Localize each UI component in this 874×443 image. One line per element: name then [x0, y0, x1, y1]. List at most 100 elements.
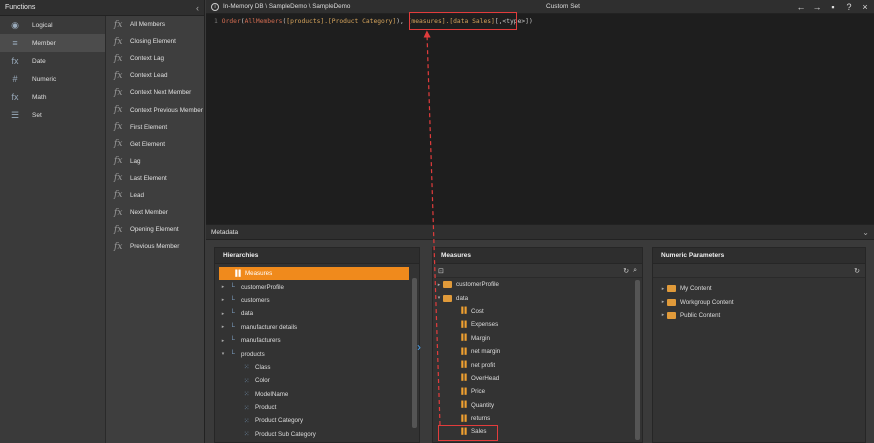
save-icon[interactable]: ▪ — [828, 1, 838, 13]
tree-label: Quantity — [471, 401, 495, 409]
function-icon: fx — [114, 207, 123, 218]
expand-arrow-icon[interactable]: ▸ — [219, 324, 227, 330]
function-item[interactable]: fx Lag — [106, 153, 204, 170]
measure-item[interactable]: ▐▐ net margin — [433, 345, 642, 358]
function-item[interactable]: fx Context Next Member — [106, 84, 204, 101]
function-icon: fx — [114, 19, 123, 30]
function-item[interactable]: fx First Element — [106, 119, 204, 136]
level-icon: ⁙ — [243, 364, 250, 372]
help-icon[interactable]: ? — [844, 1, 854, 13]
measure-item[interactable]: ▐▐ Expenses — [433, 318, 642, 331]
tree-label: Measures — [245, 270, 273, 278]
function-item[interactable]: fx Closing Element — [106, 33, 204, 50]
function-item[interactable]: fx Get Element — [106, 136, 204, 153]
hierarchy-item[interactable]: ⁙ ModelName — [215, 388, 419, 401]
measure-item[interactable]: ▐▐ Price — [433, 385, 642, 398]
expand-arrow-icon[interactable]: ▸ — [659, 299, 667, 305]
refresh-icon[interactable]: ↻ — [854, 267, 860, 275]
hierarchy-item[interactable]: ⁙ Product Category — [215, 414, 419, 427]
measure-item[interactable]: ▐▐ Quantity — [433, 399, 642, 412]
expand-arrow-icon[interactable]: ▸ — [219, 338, 227, 344]
category-member[interactable]: ≡ Member — [0, 34, 105, 52]
measure-item[interactable]: ▸ customerProfile — [433, 278, 642, 291]
expanded-arrow-icon[interactable]: ▾ — [435, 295, 443, 301]
parameter-folder-item[interactable]: ▸ Public Content — [653, 309, 865, 322]
hierarchy-item[interactable]: ⁙ Product — [215, 401, 419, 414]
measures-scrollbar[interactable] — [635, 280, 640, 440]
metadata-title: Metadata — [211, 228, 239, 236]
formula-editor[interactable]: i In-Memory DB \ SampleDemo \ SampleDemo… — [206, 0, 874, 224]
hierarchy-item[interactable]: ⁙ Color — [215, 374, 419, 387]
measure-item[interactable]: ▐▐ returns — [433, 412, 642, 425]
hierarchies-panel: Hierarchies ▐▐ Measures ▸ └ customerProfile ▸… — [214, 247, 420, 443]
parameter-folder-item[interactable]: ▸ My Content — [653, 282, 865, 295]
undo-arrow-icon[interactable]: ← — [796, 1, 806, 13]
expand-arrow-icon[interactable]: ▸ — [659, 312, 667, 318]
measure-item[interactable]: ▐▐ Margin — [433, 332, 642, 345]
function-item[interactable]: fx Context Lead — [106, 67, 204, 84]
add-folder-icon[interactable]: ⊡ — [438, 267, 444, 275]
chevron-left-icon[interactable]: ‹ — [196, 3, 199, 13]
hierarchy-item[interactable]: ▸ └ customerProfile — [215, 280, 419, 293]
hierarchy-item[interactable]: ⁙ Class — [215, 361, 419, 374]
function-icon: fx — [114, 36, 123, 47]
refresh-icon[interactable]: ↻ — [623, 267, 629, 275]
category-math[interactable]: fx Math — [0, 88, 105, 106]
function-item[interactable]: fx Context Lag — [106, 50, 204, 67]
level-icon: ⁙ — [243, 404, 250, 412]
folder-icon — [667, 298, 676, 306]
category-numeric[interactable]: # Numeric — [0, 70, 105, 88]
tree-label: Product — [255, 404, 277, 412]
tree-label: customerProfile — [456, 281, 499, 289]
function-item[interactable]: fx Context Previous Member — [106, 101, 204, 118]
category-logical[interactable]: ◉ Logical — [0, 16, 105, 34]
function-categories: ◉ Logical ≡ Member fx Date # Numeric fx Math ☰ Set — [0, 16, 106, 443]
expand-arrow-icon[interactable]: ▸ — [659, 286, 667, 292]
function-item[interactable]: fx Opening Element — [106, 221, 204, 238]
expand-arrow-icon[interactable]: ▸ — [219, 284, 227, 290]
redo-arrow-icon[interactable]: → — [812, 1, 822, 13]
measure-item[interactable]: ▐▐ Cost — [433, 305, 642, 318]
expand-arrow-icon[interactable]: ▸ — [219, 311, 227, 317]
hierarchy-item[interactable]: ▸ └ data — [215, 307, 419, 320]
function-item[interactable]: fx All Members — [106, 16, 204, 33]
folder-icon — [443, 294, 452, 302]
code-separator: , — [400, 18, 408, 25]
hierarchy-item[interactable]: ⁙ Product Sub Category — [215, 428, 419, 441]
function-item[interactable]: fx Next Member — [106, 204, 204, 221]
hierarchy-icon: └ — [230, 337, 235, 345]
chevron-down-icon[interactable]: ⌄ — [862, 228, 869, 237]
measure-item[interactable]: ▐▐ OverHead — [433, 372, 642, 385]
hierarchy-item[interactable]: ▐▐ Measures — [219, 267, 409, 281]
function-item[interactable]: fx Lead — [106, 187, 204, 204]
category-date[interactable]: fx Date — [0, 52, 105, 70]
measure-item[interactable]: ▾ data — [433, 291, 642, 304]
function-icon: fx — [114, 70, 123, 81]
measure-icon: ▐▐ — [459, 348, 467, 355]
function-list: fx All Members fx Closing Element fx Context … — [106, 16, 204, 443]
category-set[interactable]: ☰ Set — [0, 106, 105, 124]
hierarchy-icon: └ — [230, 283, 235, 291]
measure-item[interactable]: ▐▐ net profit — [433, 358, 642, 371]
hierarchy-item[interactable]: ▸ └ manufacturers — [215, 334, 419, 347]
hierarchy-item[interactable]: ▸ └ customers — [215, 294, 419, 307]
parameter-folder-item[interactable]: ▸ Workgroup Content — [653, 295, 865, 308]
app-window: Functions ‹ ◉ Logical ≡ Member fx Date # Numeri… — [0, 0, 874, 443]
hierarchy-item[interactable]: ▾ └ products — [215, 347, 419, 360]
tree-label: Class — [255, 363, 271, 371]
function-item[interactable]: fx Last Element — [106, 170, 204, 187]
hierarchy-item[interactable]: ▸ └ manufacturer details — [215, 321, 419, 334]
function-item[interactable]: fx Previous Member — [106, 238, 204, 255]
expanded-arrow-icon[interactable]: ▾ — [219, 351, 227, 357]
tree-label: customerProfile — [241, 283, 284, 291]
expand-arrow-icon[interactable]: ▸ — [435, 282, 443, 288]
chevron-right-icon[interactable]: › — [417, 340, 421, 354]
close-icon[interactable]: × — [860, 1, 870, 13]
functions-header: Functions ‹ — [0, 0, 204, 16]
expand-arrow-icon[interactable]: ▸ — [219, 297, 227, 303]
info-icon[interactable]: i — [211, 2, 219, 11]
function-label: Lag — [130, 157, 141, 165]
search-icon[interactable]: ⌕ — [633, 267, 637, 275]
tree-label: data — [241, 310, 254, 318]
category-label: Member — [32, 39, 56, 47]
